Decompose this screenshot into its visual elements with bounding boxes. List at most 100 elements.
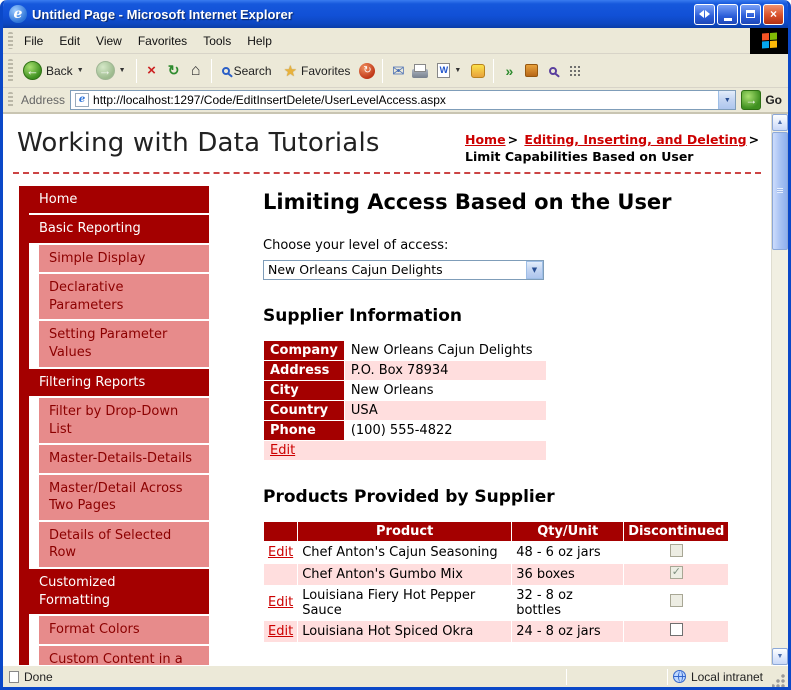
supplier-table: Company New Orleans Cajun Delights Addres… (263, 339, 547, 461)
supplier-value: New Orleans (343, 379, 547, 401)
breadcrumb: Home > Editing, Inserting, and Deleting > … (465, 128, 765, 166)
go-button[interactable]: → Go (741, 90, 782, 110)
sidebar-item-details-selected-row[interactable]: Details of Selected Row (39, 521, 209, 567)
status-panel (572, 669, 662, 685)
right-arrow-icon (705, 10, 710, 18)
address-input[interactable] (93, 92, 719, 108)
messenger-button[interactable] (468, 61, 488, 81)
scrollbar-thumb[interactable] (772, 132, 788, 250)
menu-help[interactable]: Help (239, 30, 280, 52)
minimize-button[interactable] (717, 3, 738, 25)
menu-view[interactable]: View (88, 30, 130, 52)
status-text: Done (24, 669, 53, 684)
extension-button-1[interactable]: » (499, 61, 519, 81)
history-icon: ↻ (359, 62, 376, 79)
resize-grip[interactable] (772, 673, 786, 687)
local-intranet-icon (672, 670, 686, 683)
forward-icon: → (95, 61, 115, 80)
toolbar-grip[interactable] (8, 31, 13, 50)
go-label: Go (765, 93, 782, 107)
breadcrumb-separator: > (507, 132, 519, 147)
toolbar: ← Back ▼ → ▼ × ↻ ⌂ Search ★ Favorites ↻ … (3, 54, 788, 88)
edit-with-word-button[interactable]: W ▼ (432, 60, 466, 81)
sidebar-item-declarative-parameters[interactable]: Declarative Parameters (39, 274, 209, 320)
address-dropdown-button[interactable]: ▼ (718, 91, 736, 109)
back-label: Back (46, 63, 73, 78)
menu-tools[interactable]: Tools (195, 30, 239, 52)
sidebar-item-setting-parameter-values[interactable]: Setting Parameter Values (39, 321, 209, 367)
menu-file[interactable]: File (16, 30, 51, 52)
vertical-scrollbar[interactable]: ▲ ▼ (771, 114, 788, 665)
table-row: Company New Orleans Cajun Delights (263, 339, 547, 361)
sidebar-item-master-detail-two-pages[interactable]: Master/Detail Across Two Pages (39, 474, 209, 520)
sidebar-item-customized-formatting[interactable]: Customized Formatting (19, 568, 209, 615)
edit-link[interactable]: Edit (268, 624, 293, 639)
favorites-icon: ★ (283, 62, 298, 80)
menu-bar: File Edit View Favorites Tools Help (3, 27, 788, 54)
supplier-label: Country (263, 399, 345, 421)
table-row: Edit Chef Anton's Cajun Seasoning 48 - 6… (262, 540, 730, 564)
menu-favorites[interactable]: Favorites (130, 30, 195, 52)
products-heading: Products Provided by Supplier (263, 486, 555, 507)
main-content: Limiting Access Based on the User Choose… (262, 186, 745, 665)
chevron-down-icon[interactable]: ▼ (526, 260, 543, 279)
close-button[interactable]: × (763, 3, 784, 25)
forward-button[interactable]: → ▼ (91, 58, 131, 83)
maximize-button[interactable] (740, 3, 761, 25)
breadcrumb-home-link[interactable]: Home (465, 132, 506, 147)
toolbar-grip[interactable] (8, 91, 13, 109)
discontinued-cell (623, 540, 730, 564)
extension-button-4[interactable] (565, 61, 585, 81)
discontinued-checkbox (669, 543, 683, 557)
sidebar-item-filter-by-dropdown[interactable]: Filter by Drop-Down List (39, 398, 209, 444)
toolbar-grip[interactable] (8, 58, 13, 83)
edit-link[interactable]: Edit (270, 443, 295, 458)
refresh-button[interactable]: ↻ (164, 61, 184, 81)
sidebar-item-format-colors[interactable]: Format Colors (39, 616, 209, 644)
edit-link[interactable]: Edit (268, 545, 293, 560)
page-document-icon: e (75, 93, 90, 107)
scroll-up-button[interactable]: ▲ (772, 114, 788, 131)
supplier-edit-cell: Edit (263, 439, 547, 461)
go-icon: → (741, 90, 762, 110)
sidebar-item-simple-display[interactable]: Simple Display (39, 244, 209, 273)
breadcrumb-section-link[interactable]: Editing, Inserting, and Deleting (524, 132, 746, 147)
back-button[interactable]: ← Back ▼ (18, 58, 89, 83)
status-page-icon (9, 670, 19, 683)
extension-button-2[interactable] (521, 61, 541, 81)
title-bar[interactable]: e Untitled Page - Microsoft Internet Exp… (3, 0, 788, 28)
history-button[interactable]: ↻ (357, 61, 377, 81)
search-button[interactable]: Search (217, 61, 277, 81)
stop-button[interactable]: × (142, 61, 162, 81)
scroll-down-button[interactable]: ▼ (772, 648, 788, 665)
supplier-label: Phone (263, 419, 345, 441)
scrollbar-track[interactable] (772, 251, 788, 648)
forward-dropdown-icon[interactable]: ▼ (119, 67, 126, 74)
maximize-icon (746, 10, 755, 18)
discontinued-checkbox (669, 565, 683, 579)
access-level-dropdown[interactable]: New Orleans Cajun Delights ▼ (263, 259, 544, 280)
back-dropdown-icon[interactable]: ▼ (77, 67, 84, 74)
sidebar-item-custom-content[interactable]: Custom Content in a (39, 645, 209, 665)
discontinued-checkbox[interactable] (669, 622, 683, 636)
menu-edit[interactable]: Edit (51, 30, 88, 52)
sidebar-item-home[interactable]: Home (19, 185, 209, 214)
home-button[interactable]: ⌂ (186, 61, 206, 81)
window-arrows-button[interactable] (694, 3, 715, 25)
edit-cell (262, 562, 299, 586)
sidebar-item-basic-reporting[interactable]: Basic Reporting (19, 215, 209, 243)
sidebar-item-master-details-details[interactable]: Master-Details-Details (39, 445, 209, 473)
edit-dropdown-icon[interactable]: ▼ (454, 67, 461, 74)
print-button[interactable] (410, 61, 430, 81)
edit-cell: Edit (262, 540, 299, 564)
favorites-button[interactable]: ★ Favorites (279, 59, 356, 83)
edit-link[interactable]: Edit (268, 595, 293, 610)
mail-button[interactable]: ✉ (388, 61, 408, 81)
sidebar-item-filtering-reports[interactable]: Filtering Reports (19, 368, 209, 397)
extension-button-3[interactable] (543, 61, 563, 81)
print-icon (412, 63, 429, 78)
address-label: Address (21, 93, 66, 107)
column-header-product: Product (297, 520, 513, 542)
toolbar-separator (382, 58, 384, 83)
table-row: Chef Anton's Gumbo Mix 36 boxes (262, 562, 730, 586)
